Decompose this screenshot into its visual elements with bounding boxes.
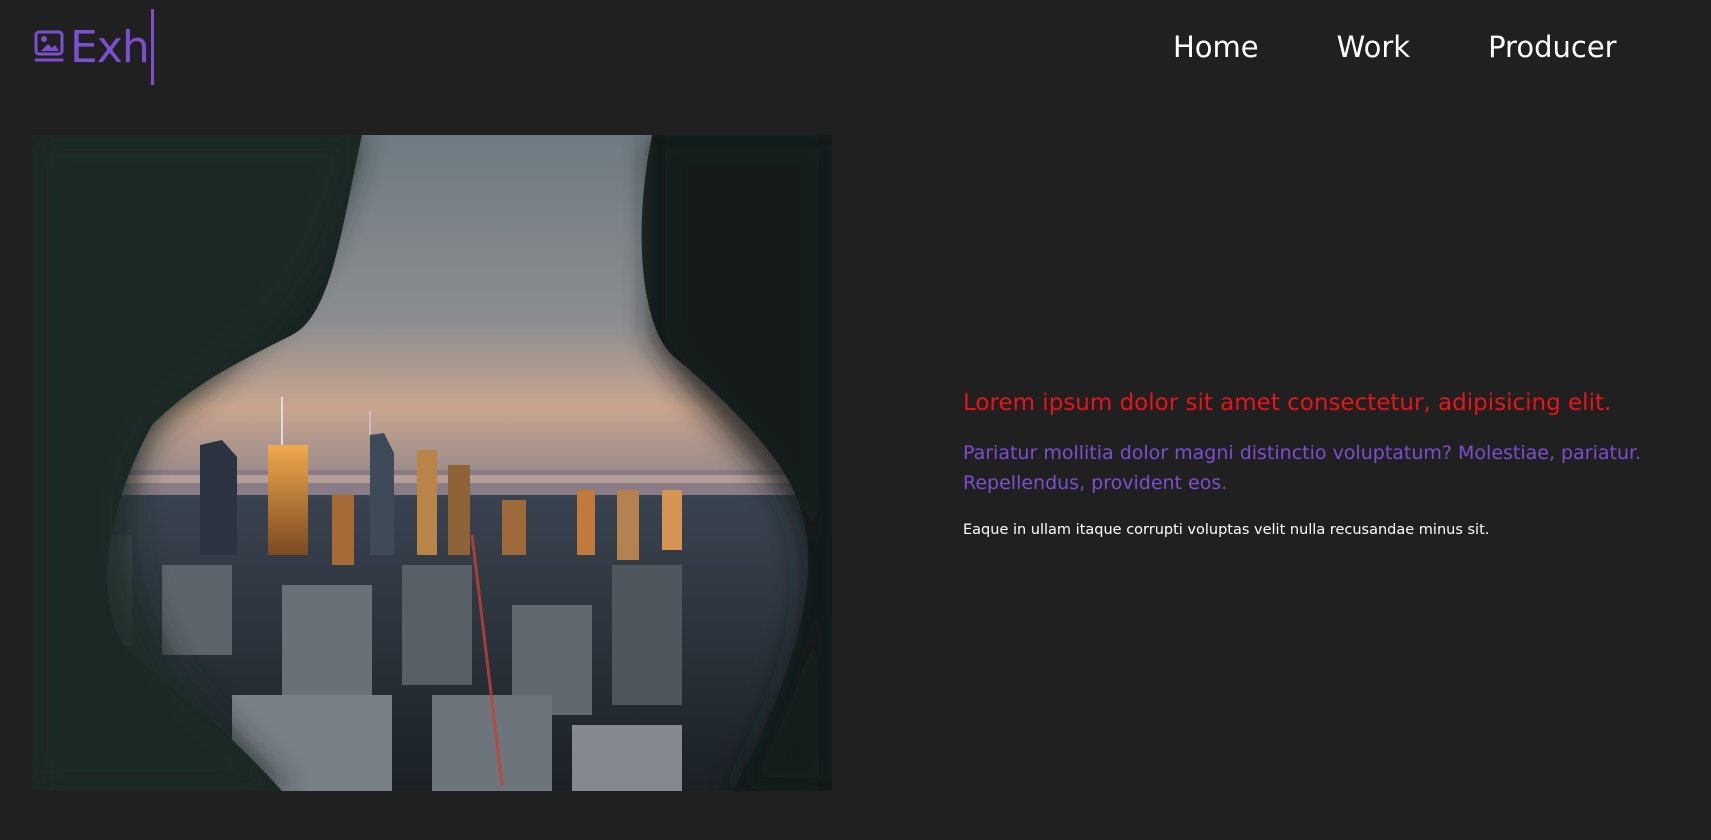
logo[interactable]: Exh — [34, 8, 154, 86]
text-cursor — [150, 9, 154, 85]
hero-text: Lorem ipsum dolor sit amet consectetur, … — [963, 388, 1683, 540]
nav-link-producer[interactable]: Producer — [1488, 30, 1617, 64]
nav-link-home[interactable]: Home — [1173, 30, 1259, 64]
image-frame-icon — [34, 30, 64, 62]
nav-link-work[interactable]: Work — [1337, 30, 1410, 64]
hero-body: Eaque in ullam itaque corrupti voluptas … — [963, 522, 1490, 538]
hero-image — [32, 135, 832, 791]
hero-headline: Lorem ipsum dolor sit amet consectetur, … — [963, 390, 1612, 416]
main-nav: Home Work Producer — [1140, 22, 1617, 72]
brand-name: Exh — [70, 22, 150, 73]
hero-subheadline: Pariatur mollitia dolor magni distinctio… — [963, 442, 1642, 494]
